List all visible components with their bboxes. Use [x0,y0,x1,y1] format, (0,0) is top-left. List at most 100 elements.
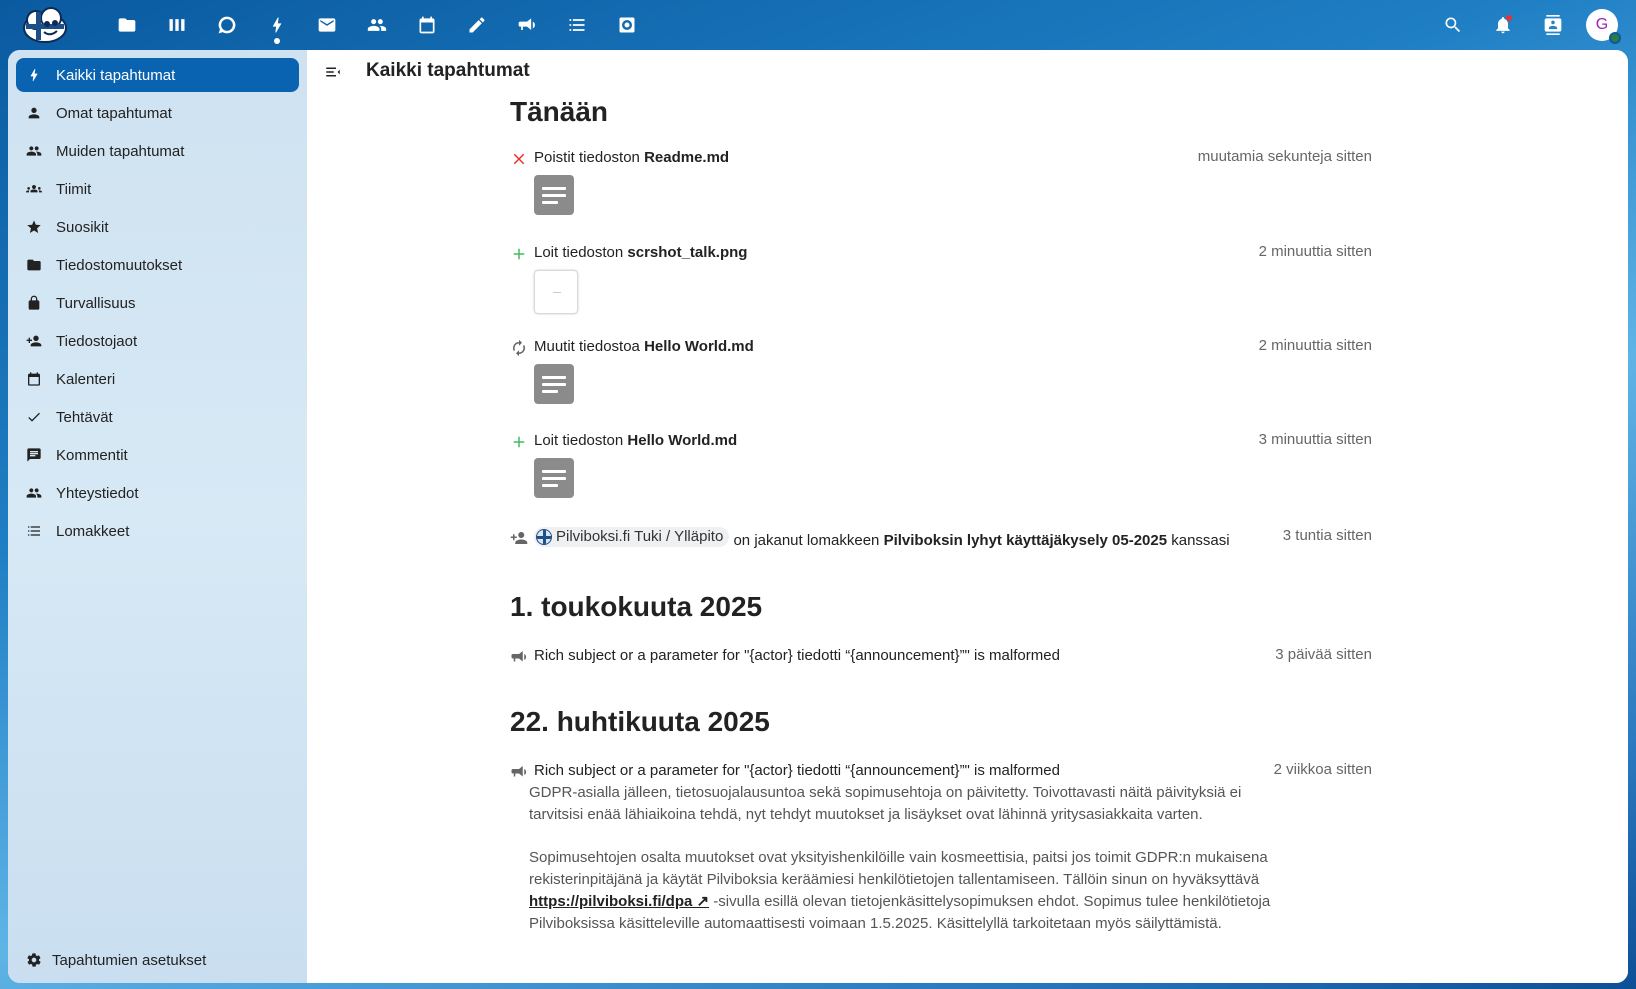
activity-text: Rich subject or a parameter for "{actor}… [534,762,1060,779]
day-heading: 1. toukokuuta 2025 [510,591,763,622]
online-status-icon [1609,32,1621,44]
sidebar-item-label: Omat tapahtumat [56,104,172,122]
gear-icon [27,953,41,967]
message-paragraph: Sopimusehtojen osalta muutokset ovat yks… [529,847,1289,935]
announcements-icon[interactable] [502,0,552,50]
form-link[interactable]: Pilviboksin lyhyt käyttäjäkysely 05-2025 [884,532,1168,549]
activity-time: muutamia sekunteja sitten [1197,148,1372,165]
sidebar-item-label: Lomakkeet [56,522,130,540]
avatar[interactable]: G [1586,9,1621,44]
contacts-icon [26,488,42,498]
file-preview-icon[interactable] [534,458,574,498]
mail-icon[interactable] [302,0,352,50]
notifications-bell-icon[interactable] [1478,0,1528,50]
folder-icon [27,259,41,271]
lightning-icon [30,69,38,81]
sidebar-item-label: Turvallisuus [56,294,136,312]
file-link[interactable]: scrshot_talk.png [627,244,747,261]
calendar-icon [28,372,40,386]
list-icon [28,526,40,536]
sidebar-item-label: Kaikki tapahtumat [56,66,176,84]
activity-text: on jakanut lomakkeen [729,532,884,549]
activity-time: 3 päivää sitten [1275,646,1372,663]
comment-icon [27,448,41,462]
plus-icon [513,436,525,448]
sidebar-item-label: Tiedostomuutokset [56,256,183,274]
file-link[interactable]: Hello World.md [644,338,754,355]
search-icon[interactable] [1428,0,1478,50]
sidebar-item-file-changes[interactable]: Tiedostomuutokset [16,248,299,282]
check-icon [28,412,40,422]
sidebar-item-own-activities[interactable]: Omat tapahtumat [16,96,299,130]
users-icon [26,146,42,156]
contacts-icon[interactable] [352,0,402,50]
notification-dot [1506,15,1512,21]
delete-icon [513,153,525,165]
sidebar-item-calendar[interactable]: Kalenteri [16,362,299,396]
announcement-message: GDPR-asialla jälleen, tietosuojalausunto… [529,782,1289,935]
sidebar-item-file-shares[interactable]: Tiedostojaot [16,324,299,358]
sidebar-item-security[interactable]: Turvallisuus [16,286,299,320]
sidebar-item-tasks[interactable]: Tehtävät [16,400,299,434]
activity-text: Poistit tiedoston [534,149,645,166]
app-container: Kaikki tapahtumat Omat tapahtumat Muiden… [8,50,1628,983]
sidebar-item-contacts[interactable]: Yhteystiedot [16,476,299,510]
sidebar-item-label: Tehtävät [56,408,113,426]
deck-icon[interactable] [152,0,202,50]
user-chip[interactable]: Pilviboksi.fi Tuki / Ylläpito [534,527,730,547]
calendar-icon[interactable] [402,0,452,50]
sidebar-item-label: Yhteystiedot [56,484,139,502]
activity-time: 2 minuuttia sitten [1258,337,1372,354]
forms-icon[interactable] [602,0,652,50]
share-icon [510,532,528,544]
notes-icon[interactable] [452,0,502,50]
sidebar-item-forms[interactable]: Lomakkeet [16,514,299,548]
plus-icon [513,248,525,260]
activity-stream: Tänään Poistit tiedoston Readme.md muuta… [510,90,1372,956]
activity-item: Poistit tiedoston Readme.md muutamia sek… [510,148,1372,215]
sidebar-item-favorites[interactable]: Suosikit [16,210,299,244]
activity-item: Rich subject or a parameter for "{actor}… [510,761,1372,956]
activity-settings-button[interactable]: Tapahtumien asetukset [16,943,216,977]
talk-icon[interactable] [202,0,252,50]
file-link[interactable]: Readme.md [644,149,729,166]
sidebar-item-teams[interactable]: Tiimit [16,172,299,206]
sidebar-item-label: Tiedostojaot [56,332,138,350]
activity-item: Rich subject or a parameter for "{actor}… [510,646,1372,666]
page-title: Kaikki tapahtumat [366,60,530,81]
activity-time: 3 tuntia sitten [1282,527,1372,544]
activity-text: Loit tiedoston [534,244,628,261]
teams-icon [26,185,42,193]
share-icon [26,335,42,347]
announcement-icon [511,766,527,777]
activity-item: Muutit tiedostoa Hello World.md 2 minuut… [510,337,1372,404]
files-icon[interactable] [102,0,152,50]
file-link[interactable]: Hello World.md [627,432,737,449]
activity-icon[interactable] [252,0,302,50]
sidebar-item-all-activities[interactable]: Kaikki tapahtumat [16,58,299,92]
activity-item: Loit tiedoston Hello World.md 3 minuutti… [510,431,1372,498]
image-thumbnail[interactable] [534,270,578,314]
file-preview-icon[interactable] [534,175,574,215]
settings-label: Tapahtumien asetukset [52,951,207,969]
message-paragraph: GDPR-asialla jälleen, tietosuojalausunto… [529,784,1242,823]
day-heading: 22. huhtikuuta 2025 [510,706,770,737]
sidebar: Kaikki tapahtumat Omat tapahtumat Muiden… [8,50,307,983]
sidebar-item-label: Muiden tapahtumat [56,142,185,160]
pilviboksi-logo-icon[interactable] [22,6,68,44]
dpa-link[interactable]: https://pilviboksi.fi/dpa ↗ [529,893,709,910]
activity-item: Pilviboksi.fi Tuki / Ylläpito on jakanut… [510,527,1372,551]
toggle-navigation-button[interactable] [321,60,345,84]
tasks-icon[interactable] [552,0,602,50]
sidebar-item-others-activities[interactable]: Muiden tapahtumat [16,134,299,168]
avatar-letter: G [1595,16,1609,33]
sidebar-item-label: Tiimit [56,180,92,198]
file-preview-icon[interactable] [534,364,574,404]
contacts-menu-icon[interactable] [1528,0,1578,50]
actor-name: Pilviboksi.fi Tuki / Ylläpito [556,528,724,545]
message-text: Sopimusehtojen osalta muutokset ovat yks… [529,849,1268,888]
sidebar-item-comments[interactable]: Kommentit [16,438,299,472]
activity-text-suffix: kanssasi [1167,532,1230,549]
activity-text: Rich subject or a parameter for "{actor}… [534,647,1060,664]
activity-item: Loit tiedoston scrshot_talk.png 2 minuut… [510,243,1372,314]
